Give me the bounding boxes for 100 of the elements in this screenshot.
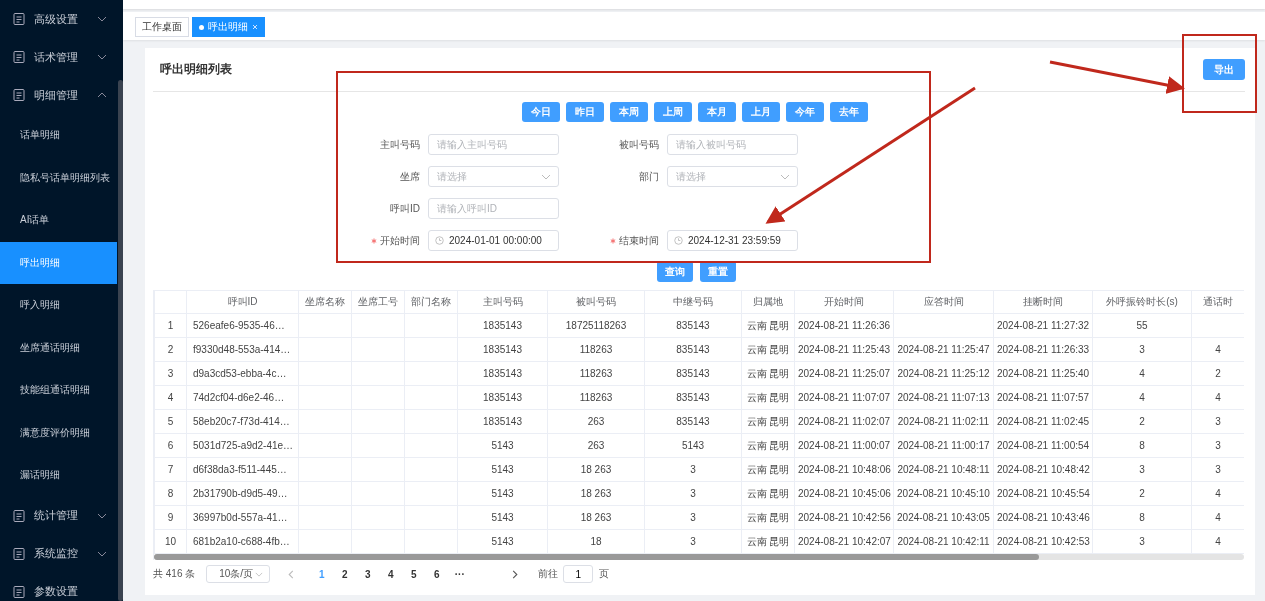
page-link[interactable]: 6 [425, 568, 449, 580]
table-cell: 2024-08-21 11:02:07 [798, 416, 891, 427]
scrollbar[interactable] [118, 80, 123, 601]
select-field[interactable]: 请选择 [428, 166, 559, 187]
page-link[interactable]: 3 [356, 568, 380, 580]
menu-item[interactable]: 参数设置 [0, 572, 117, 601]
input-field[interactable]: 请输入被叫号码 [667, 134, 798, 155]
table-cell: 18 263 [580, 464, 612, 475]
table-cell: 3 [1215, 440, 1221, 451]
scrollbar-thumb[interactable] [154, 554, 1039, 560]
table-cell: 18 263 [580, 488, 612, 499]
submenu-item[interactable]: 话单明细 [0, 114, 117, 157]
table-cell: 8 [167, 488, 174, 499]
table-cell: 4 [1215, 488, 1221, 499]
page-link[interactable]: 4 [379, 568, 403, 580]
submenu-item[interactable]: 满意度评价明细 [0, 411, 117, 454]
page-link[interactable]: 5 [402, 568, 426, 580]
submenu-item[interactable]: 呼入明细 [0, 284, 117, 327]
table-cell: 18 263 [580, 512, 612, 523]
table-cell: 2 [167, 344, 174, 355]
table-cell: 云南 昆明 [746, 415, 790, 427]
table-cell: 1835143 [483, 320, 522, 331]
menu-item[interactable]: 话术管理 [0, 38, 117, 76]
menu-icon [12, 584, 26, 599]
table-cell: 1835143 [483, 416, 522, 427]
menu-item[interactable]: 系统监控 [0, 534, 117, 573]
close-icon[interactable] [252, 24, 258, 30]
table-cell: 2024-08-21 11:25:40 [997, 368, 1090, 379]
date-field[interactable]: 2024-01-01 00:00:00 [428, 230, 559, 251]
table-cell: 2024-08-21 10:45:54 [997, 488, 1090, 499]
menu-item[interactable]: 明细管理 [0, 76, 117, 114]
table-cell: 8 [1139, 440, 1145, 451]
table-cell: 2024-08-21 10:48:42 [997, 464, 1090, 475]
table-cell: 681b2a10-c688-4fb… [193, 536, 290, 547]
next-page-icon[interactable] [512, 569, 519, 579]
menu-icon [12, 12, 26, 26]
submenu-item[interactable]: 隐私号话单明细列表 [0, 156, 117, 199]
total-count: 共 416 条 [153, 567, 196, 581]
menu-item[interactable]: 高级设置 [0, 0, 117, 38]
submenu-item[interactable]: AI话单 [0, 199, 117, 242]
column-header: 坐席名称 [305, 296, 345, 307]
goto-suffix: 页 [599, 567, 610, 581]
column-header: 通话时 [1203, 296, 1233, 307]
clock-icon [674, 236, 683, 245]
table-cell: 2024-08-21 10:42:11 [897, 536, 990, 547]
table-cell: 4 [1215, 344, 1221, 355]
input-field[interactable]: 请输入主叫号码 [428, 134, 559, 155]
page-input[interactable]: 1 [563, 565, 594, 583]
table-cell: 2024-08-21 10:42:07 [798, 536, 891, 547]
page-size-select[interactable]: 10条/页 [206, 565, 271, 583]
menu-item[interactable]: 统计管理 [0, 496, 117, 535]
table-cell: 55 [1136, 320, 1148, 331]
input-field[interactable]: 请输入呼叫ID [428, 198, 559, 219]
table-cell: 74d2cf04-d6e2-46… [193, 392, 285, 403]
table-cell: 3 [167, 368, 174, 379]
table-cell: 2024-08-21 10:45:10 [897, 488, 990, 499]
menu-icon [12, 88, 26, 102]
table-cell: 2 [1215, 368, 1221, 379]
column-header: 被叫号码 [576, 296, 616, 307]
tab[interactable]: 工作桌面 [135, 17, 189, 37]
table-cell: 835143 [676, 416, 710, 427]
table-cell: 9 [167, 512, 174, 523]
table-cell: 8 [1139, 512, 1145, 523]
table-cell: 2024-08-21 11:00:54 [997, 440, 1090, 451]
chevron-icon [780, 174, 790, 180]
table-cell: 云南 昆明 [746, 487, 790, 499]
column-header: 挂断时间 [1023, 296, 1063, 307]
table-cell: 2024-08-21 11:27:32 [997, 320, 1090, 331]
table-cell: 3 [1215, 464, 1221, 475]
clock-icon [435, 236, 444, 245]
submenu-item[interactable]: 漏话明细 [0, 454, 117, 497]
chevron-icon [255, 571, 264, 577]
table-cell: 2024-08-21 11:02:11 [897, 416, 990, 427]
submenu-item[interactable]: 技能组通话明细 [0, 369, 117, 412]
previous-page-icon[interactable] [288, 569, 295, 579]
table-cell: 云南 昆明 [746, 463, 790, 475]
table-cell: 2024-08-21 11:02:45 [997, 416, 1090, 427]
submenu-item[interactable]: 坐席通话明细 [0, 326, 117, 369]
table-cell: 云南 昆明 [746, 535, 790, 547]
column-header: 呼叫ID [227, 296, 258, 307]
menu-icon [12, 508, 26, 523]
table-cell: 263 [587, 416, 605, 427]
table-cell: d6f38da3-f511-445… [193, 464, 287, 475]
page-link[interactable]: 2 [333, 568, 357, 580]
chevron-icon [541, 174, 551, 180]
table-cell: 18 [590, 536, 602, 547]
table-cell: 5143 [491, 440, 514, 451]
field-label: 开始时间 [380, 233, 420, 248]
table-cell: 2024-08-21 11:07:13 [897, 392, 990, 403]
select-field[interactable]: 请选择 [667, 166, 798, 187]
table-cell: 3 [1139, 464, 1145, 475]
table-cell: 2024-08-21 10:48:06 [798, 464, 891, 475]
column-header: 坐席工号 [358, 296, 398, 307]
more-pages[interactable]: ··· [448, 568, 472, 580]
table-cell: 6 [167, 440, 174, 451]
table-cell: 118263 [579, 344, 613, 355]
table-cell: 18725118263 [565, 320, 627, 331]
date-field[interactable]: 2024-12-31 23:59:59 [667, 230, 798, 251]
table-cell: 835143 [676, 320, 710, 331]
table-cell: 3 [690, 488, 696, 499]
